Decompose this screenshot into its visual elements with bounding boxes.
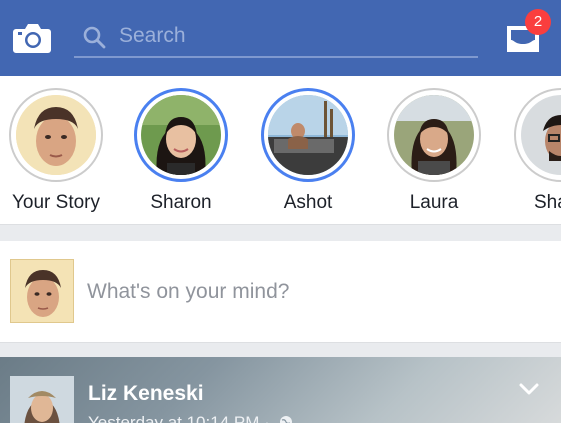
post-time[interactable]: Yesterday at 10:14 PM · <box>88 413 293 423</box>
avatar <box>268 95 348 175</box>
top-bar: Search 2 <box>0 0 561 76</box>
story-name: Your Story <box>11 192 100 213</box>
section-divider <box>0 224 561 241</box>
post-timestamp: Yesterday at 10:14 PM · <box>88 413 270 423</box>
avatar <box>521 95 561 175</box>
story-ring <box>9 88 103 182</box>
story-sha[interactable]: Sha <box>504 88 561 218</box>
story-sharon[interactable]: Sharon <box>124 88 244 218</box>
section-divider <box>0 342 561 357</box>
avatar <box>394 95 474 175</box>
story-laura[interactable]: Laura <box>377 88 497 218</box>
face-photo <box>16 95 96 175</box>
globe-icon <box>279 416 292 423</box>
camera-icon[interactable] <box>13 22 51 53</box>
story-ashot[interactable]: Ashot <box>251 88 371 218</box>
feed-post: Liz Keneski Yesterday at 10:14 PM · <box>0 357 561 423</box>
story-name: Laura <box>409 192 459 213</box>
face-photo <box>11 260 73 322</box>
story-ring <box>514 88 561 182</box>
face-photo <box>394 95 474 175</box>
author-avatar[interactable] <box>10 376 74 423</box>
face-photo <box>10 376 74 423</box>
search-input[interactable]: Search <box>74 16 478 58</box>
search-placeholder: Search <box>119 24 186 47</box>
story-name: Ashot <box>283 192 333 213</box>
avatar <box>16 95 96 175</box>
search-icon <box>83 26 106 49</box>
story-name: Sharon <box>150 192 212 213</box>
story-ring <box>387 88 481 182</box>
story-your-story[interactable]: Your Story <box>0 88 118 218</box>
notification-badge[interactable]: 2 <box>525 9 551 35</box>
composer-prompt[interactable]: What's on your mind? <box>87 280 289 304</box>
stories-tray: Your Story Sharon Ashot Laura Sh <box>0 76 561 224</box>
face-photo <box>521 95 561 175</box>
post-author[interactable]: Liz Keneski <box>88 382 204 406</box>
story-name: Sha <box>534 192 561 213</box>
avatar <box>141 95 221 175</box>
story-ring <box>261 88 355 182</box>
event-photo <box>268 95 348 175</box>
face-photo <box>141 95 221 175</box>
story-ring <box>134 88 228 182</box>
chevron-down-icon[interactable] <box>518 381 540 397</box>
user-avatar[interactable] <box>10 259 74 323</box>
status-composer[interactable]: What's on your mind? <box>0 241 561 342</box>
